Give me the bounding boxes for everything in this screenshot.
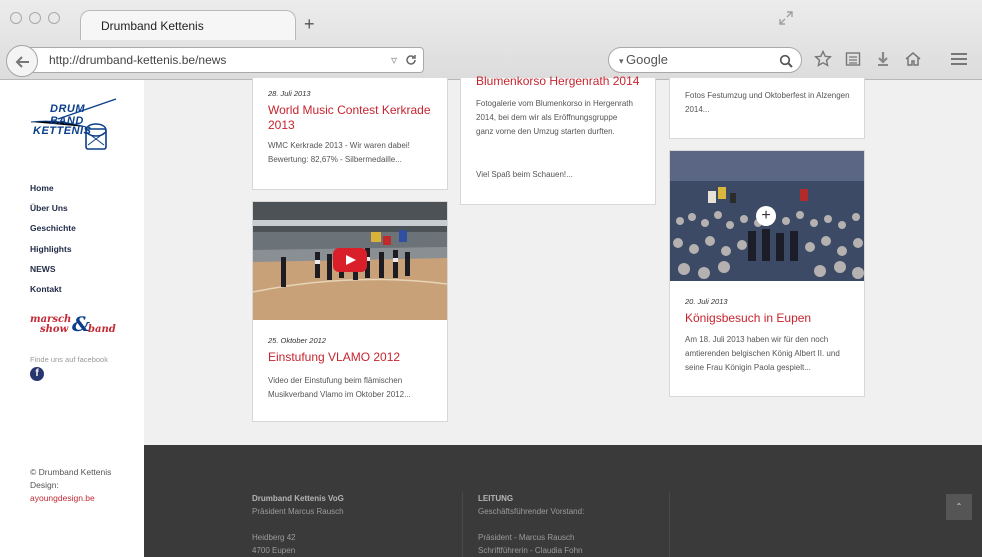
- copyright-text: © Drumband Kettenis: [30, 467, 112, 477]
- footer-column-leitung: LEITUNG Geschäftsführender Vorstand: Prä…: [478, 492, 584, 557]
- news-card-wmc-kerkrade[interactable]: 28. Juli 2013 World Music Contest Kerkra…: [252, 78, 448, 190]
- nav-item-home[interactable]: Home: [30, 183, 76, 193]
- reload-icon[interactable]: [405, 48, 417, 74]
- facebook-icon[interactable]: f: [30, 367, 44, 381]
- bookmark-star-icon[interactable]: [814, 50, 832, 68]
- nav-item-kontakt[interactable]: Kontakt: [30, 284, 76, 294]
- main-navigation: Home Über Uns Geschichte Highlights NEWS…: [30, 183, 76, 304]
- news-card-festumzug[interactable]: Fotos Festumzug und Oktoberfest in Alzen…: [669, 78, 865, 139]
- footer-heading: Drumband Kettenis VoG: [252, 494, 344, 503]
- card-title[interactable]: Blumenkorso Hergenrath 2014: [476, 74, 654, 89]
- copyright: © Drumband Kettenis Design: ayoungdesign…: [30, 466, 111, 505]
- footer-line: Präsident Marcus Rausch: [252, 507, 344, 516]
- photo-thumbnail[interactable]: +: [670, 151, 864, 281]
- news-card-blumenkorso[interactable]: Blumenkorso Hergenrath 2014 Fotogalerie …: [460, 74, 656, 205]
- ms-logo-band: band: [88, 324, 116, 335]
- new-tab-button[interactable]: +: [304, 14, 315, 34]
- nav-item-news[interactable]: NEWS: [30, 264, 76, 274]
- url-dropdown-icon[interactable]: ▿: [391, 48, 397, 74]
- card-excerpt: Video der Einstufung beim flämischen Mus…: [268, 376, 411, 399]
- card-title[interactable]: World Music Contest Kerkrade 2013: [268, 103, 433, 133]
- logo-text-drumband: DRUM BAND: [50, 103, 85, 127]
- footer-heading: LEITUNG: [478, 494, 514, 503]
- tab-drumband-kettenis[interactable]: Drumband Kettenis: [80, 10, 296, 40]
- footer-line: Präsident - Marcus Rausch: [478, 533, 575, 542]
- card-title[interactable]: Einstufung VLAMO 2012: [268, 350, 438, 365]
- card-excerpt: Fotogalerie vom Blumenkorso in Hergenrat…: [476, 99, 633, 136]
- footer-divider: [669, 492, 670, 557]
- search-engine-dropdown-icon[interactable]: ▾: [619, 56, 626, 66]
- video-thumbnail[interactable]: [253, 202, 447, 320]
- close-window-button[interactable]: [10, 12, 22, 24]
- download-icon[interactable]: [874, 50, 892, 68]
- news-card-koenigsbesuch[interactable]: + 20. Juli 2013 Königsbesuch in Eupen Am…: [669, 150, 865, 397]
- window-controls: [10, 12, 60, 24]
- scroll-to-top-button[interactable]: ⌃: [946, 494, 972, 520]
- menu-icon[interactable]: [950, 51, 968, 72]
- card-date: 20. Juli 2013: [685, 297, 728, 306]
- bookmarks-list-icon[interactable]: [844, 50, 862, 68]
- card-excerpt: Fotos Festumzug und Oktoberfest in Alzen…: [685, 91, 850, 114]
- card-excerpt: WMC Kerkrade 2013 - Wir waren dabei! Bew…: [268, 141, 410, 164]
- url-text: http://drumband-kettenis.be/news: [49, 53, 227, 67]
- news-grid: 28. Juli 2013 World Music Contest Kerkra…: [144, 74, 982, 445]
- browser-chrome: Drumband Kettenis + http://drumband-kett…: [0, 0, 982, 80]
- back-arrow-icon: [15, 56, 29, 68]
- nav-item-geschichte[interactable]: Geschichte: [30, 223, 76, 233]
- design-label: Design:: [30, 480, 59, 490]
- play-video-icon[interactable]: [333, 248, 367, 272]
- footer-line: Schriftführerin - Claudia Fohn: [478, 546, 583, 555]
- news-card-vlamo[interactable]: 25. Oktober 2012 Einstufung VLAMO 2012 V…: [252, 201, 448, 422]
- maximize-window-button[interactable]: [48, 12, 60, 24]
- logo-text-kettenis: KETTENIS: [33, 125, 92, 137]
- nav-item-highlights[interactable]: Highlights: [30, 244, 76, 254]
- sidebar: DRUM BAND KETTENIS Home Über Uns Geschic…: [0, 80, 144, 557]
- card-excerpt-more: Viel Spaß beim Schauen!...: [476, 170, 573, 179]
- card-title[interactable]: Königsbesuch in Eupen: [685, 311, 855, 326]
- fullscreen-icon[interactable]: [778, 10, 794, 29]
- footer: Drumband Kettenis VoG Präsident Marcus R…: [144, 445, 982, 557]
- search-placeholder: Google: [626, 52, 668, 67]
- home-icon[interactable]: [904, 50, 922, 68]
- enlarge-plus-icon[interactable]: +: [756, 206, 776, 226]
- footer-divider: [462, 492, 463, 557]
- card-date: 25. Oktober 2012: [268, 336, 326, 345]
- nav-item-ueber-uns[interactable]: Über Uns: [30, 203, 76, 213]
- card-date: 28. Juli 2013: [268, 89, 311, 98]
- facebook-label: Finde uns auf facebook: [30, 355, 108, 364]
- card-excerpt: Am 18. Juli 2013 haben wir für den noch …: [685, 335, 840, 372]
- ms-logo-show: show: [40, 324, 69, 335]
- search-icon[interactable]: [779, 49, 793, 76]
- tab-title: Drumband Kettenis: [101, 19, 204, 33]
- toolbar-icons: [814, 50, 922, 68]
- drumband-kettenis-logo[interactable]: DRUM BAND KETTENIS: [28, 97, 120, 152]
- back-button[interactable]: [6, 45, 38, 77]
- marsch-show-band-logo[interactable]: marsch show & band: [30, 314, 126, 338]
- design-link[interactable]: ayoungdesign.be: [30, 493, 95, 503]
- url-bar[interactable]: http://drumband-kettenis.be/news ▿: [26, 47, 424, 73]
- search-bar[interactable]: ▾ Google: [608, 47, 802, 73]
- footer-line: 4700 Eupen: [252, 546, 296, 555]
- footer-column-address: Drumband Kettenis VoG Präsident Marcus R…: [252, 492, 344, 557]
- footer-line: Geschäftsführender Vorstand:: [478, 507, 585, 516]
- footer-line: Heidberg 42: [252, 533, 296, 542]
- minimize-window-button[interactable]: [29, 12, 41, 24]
